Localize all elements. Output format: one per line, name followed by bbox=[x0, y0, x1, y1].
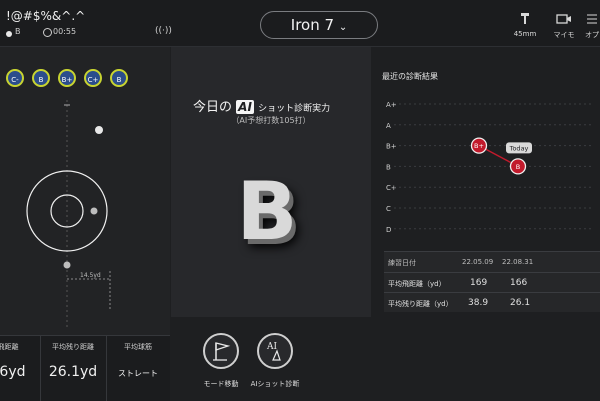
stat-value: 26.1yd bbox=[48, 364, 98, 380]
stats-strip: 飛距離 66yd 平均残り距離 26.1yd 平均球筋 ストレート bbox=[0, 335, 170, 401]
options-icon bbox=[587, 14, 597, 24]
grade-chip[interactable]: B bbox=[32, 69, 50, 87]
shot-dot bbox=[63, 261, 71, 269]
stat-remaining: 平均残り距離 26.1yd bbox=[40, 336, 107, 401]
grade-chip[interactable]: B bbox=[110, 69, 128, 87]
grade-trend-chart: A+ A B+ B C+ C D B+ B Today bbox=[386, 101, 594, 234]
action-bar: モード移動 AI AIショット診断 bbox=[171, 318, 371, 400]
tee-icon bbox=[521, 13, 529, 24]
table-value: 166 bbox=[510, 278, 528, 288]
stat-header: 飛距離 bbox=[0, 343, 19, 351]
club-selector[interactable]: Iron 7 ⌄ bbox=[260, 11, 378, 39]
stat-carry: 飛距離 66yd bbox=[0, 336, 41, 401]
overall-grade: B bbox=[236, 165, 298, 258]
row-label: 平均飛距離（yd） bbox=[388, 280, 446, 288]
grade-chip[interactable]: B+ bbox=[58, 69, 76, 87]
headline: 今日の AI ショット診断実力 bbox=[193, 96, 330, 115]
y-tick-label: D bbox=[386, 226, 391, 234]
target-diagram: 14.5yd bbox=[26, 100, 111, 330]
stat-ball-path: 平均球筋 ストレート bbox=[106, 336, 170, 401]
y-tick-label: B+ bbox=[386, 143, 397, 151]
headline-prefix: 今日の bbox=[193, 100, 233, 115]
flag-icon bbox=[213, 342, 231, 361]
data-point-label: B+ bbox=[474, 142, 484, 150]
svg-text:AI: AI bbox=[266, 342, 277, 352]
y-tick-label: C+ bbox=[386, 184, 397, 192]
chevron-down-icon: ⌄ bbox=[338, 22, 348, 33]
camera-icon bbox=[556, 14, 571, 24]
shot-dot bbox=[95, 126, 103, 134]
tool-label: 45mm bbox=[513, 30, 537, 38]
data-point-label: B bbox=[516, 163, 520, 171]
session-timer: 00:55 bbox=[53, 27, 77, 36]
table-value: 169 bbox=[470, 278, 488, 288]
chart-title: 最近の診断結果 bbox=[382, 72, 438, 81]
status-dot-icon bbox=[6, 31, 12, 37]
table-value: 38.9 bbox=[468, 298, 489, 308]
table-date: 22.08.31 bbox=[502, 258, 534, 266]
table-divider bbox=[384, 272, 600, 273]
y-tick-label: A+ bbox=[386, 101, 397, 109]
signal-icon: ((·)) bbox=[155, 26, 172, 36]
headline-suffix: ショット診断実力 bbox=[258, 104, 331, 114]
stat-value: 66yd bbox=[0, 364, 26, 380]
today-label: Today bbox=[509, 144, 529, 152]
status-label: B bbox=[15, 27, 21, 36]
app-title: !@#$%&^.^ bbox=[6, 9, 86, 23]
table-date: 22.05.09 bbox=[462, 258, 494, 266]
ai-badge: AI bbox=[236, 100, 254, 114]
stat-value: ストレート bbox=[118, 369, 158, 378]
tool-label: オプ bbox=[585, 31, 599, 39]
club-name: Iron 7 bbox=[290, 16, 335, 34]
results-table: 練習日付 22.05.09 22.08.31 平均飛距離（yd） 169 166… bbox=[384, 251, 600, 312]
mode-move-button[interactable] bbox=[203, 333, 239, 369]
y-tick-label: A bbox=[386, 122, 391, 130]
ai-iron-icon: AI bbox=[266, 342, 281, 361]
grade-chip[interactable]: C- bbox=[6, 69, 24, 87]
tool-label: マイモ bbox=[553, 31, 575, 39]
y-tick-label: C bbox=[386, 205, 391, 213]
ai-shot-diagnosis-button[interactable]: AI bbox=[257, 333, 293, 369]
shot-dot bbox=[90, 207, 98, 215]
table-value: 26.1 bbox=[510, 298, 531, 308]
stat-header: 平均残り距離 bbox=[52, 343, 94, 351]
diagnosis-panel: 今日の AI ショット診断実力 （AI予想打数105打） B bbox=[171, 47, 371, 317]
predicted-strokes: （AI予想打数105打） bbox=[231, 116, 311, 125]
distance-label: 14.5yd bbox=[80, 272, 101, 279]
action-label: AIショット診断 bbox=[250, 380, 300, 388]
tool-tee-height[interactable]: 45mm bbox=[505, 12, 545, 38]
row-label: 平均残り距離（yd） bbox=[388, 300, 453, 308]
stat-header: 平均球筋 bbox=[124, 343, 152, 351]
tool-options[interactable]: オプ bbox=[577, 12, 600, 40]
y-tick-label: B bbox=[386, 163, 391, 171]
clock-icon bbox=[43, 28, 52, 37]
recent-results-panel: 最近の診断結果 A+ A B+ B C+ C D B+ B Today 練習日付 22.05.09… bbox=[372, 47, 600, 400]
grade-chip[interactable]: C+ bbox=[84, 69, 102, 87]
table-header-label: 練習日付 bbox=[388, 259, 416, 267]
table-divider bbox=[384, 292, 600, 293]
